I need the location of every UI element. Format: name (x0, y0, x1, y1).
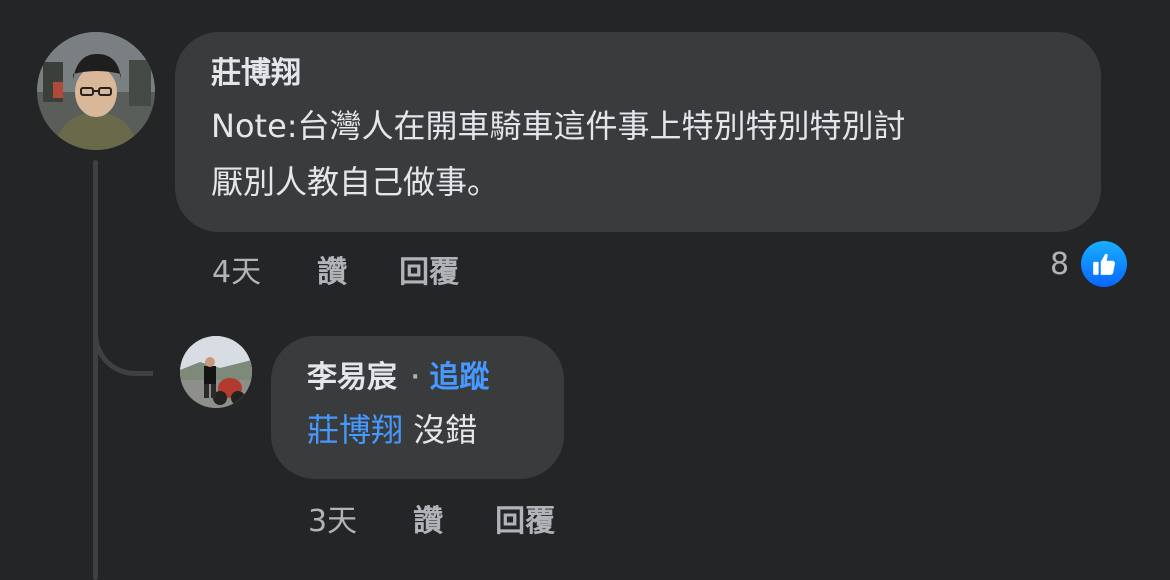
thumbs-up-icon (1081, 241, 1128, 287)
comment-text: Note:台灣人在開車騎車這件事上特別特別特別討 厭別人教自己做事。 (211, 107, 906, 201)
comment-actions: 4天 讚 回覆 (212, 247, 459, 291)
like-button[interactable]: 讚 (317, 247, 347, 291)
reply-timestamp[interactable]: 3天 (308, 496, 357, 540)
thread-connector (93, 300, 153, 376)
reaction-summary[interactable]: 8 (1050, 240, 1128, 288)
reply-bubble: 李易宸 · 追蹤 莊博翔 沒錯 (271, 336, 564, 479)
comment-author[interactable]: 莊博翔 (211, 54, 1065, 94)
reply-actions: 3天 讚 回覆 (308, 496, 555, 540)
avatar[interactable] (37, 32, 155, 150)
thread-line (93, 160, 98, 580)
reply-text: 莊博翔 沒錯 (307, 402, 528, 458)
reply-author-row: 李易宸 · 追蹤 (307, 358, 528, 398)
follow-button[interactable]: 追蹤 (429, 358, 489, 398)
reply-button[interactable]: 回覆 (399, 247, 459, 291)
reply-author[interactable]: 李易宸 (307, 358, 397, 398)
mention-link[interactable]: 莊博翔 (307, 411, 403, 449)
reaction-count: 8 (1050, 246, 1070, 282)
comment-bubble: 莊博翔 Note:台灣人在開車騎車這件事上特別特別特別討 厭別人教自己做事。 (175, 32, 1101, 232)
separator: · (411, 365, 420, 390)
reply-avatar[interactable] (180, 336, 252, 408)
reply-like-button[interactable]: 讚 (413, 496, 443, 540)
reply-reply-button[interactable]: 回覆 (495, 496, 555, 540)
reply-message: 沒錯 (413, 411, 478, 449)
comment-timestamp[interactable]: 4天 (212, 247, 261, 291)
